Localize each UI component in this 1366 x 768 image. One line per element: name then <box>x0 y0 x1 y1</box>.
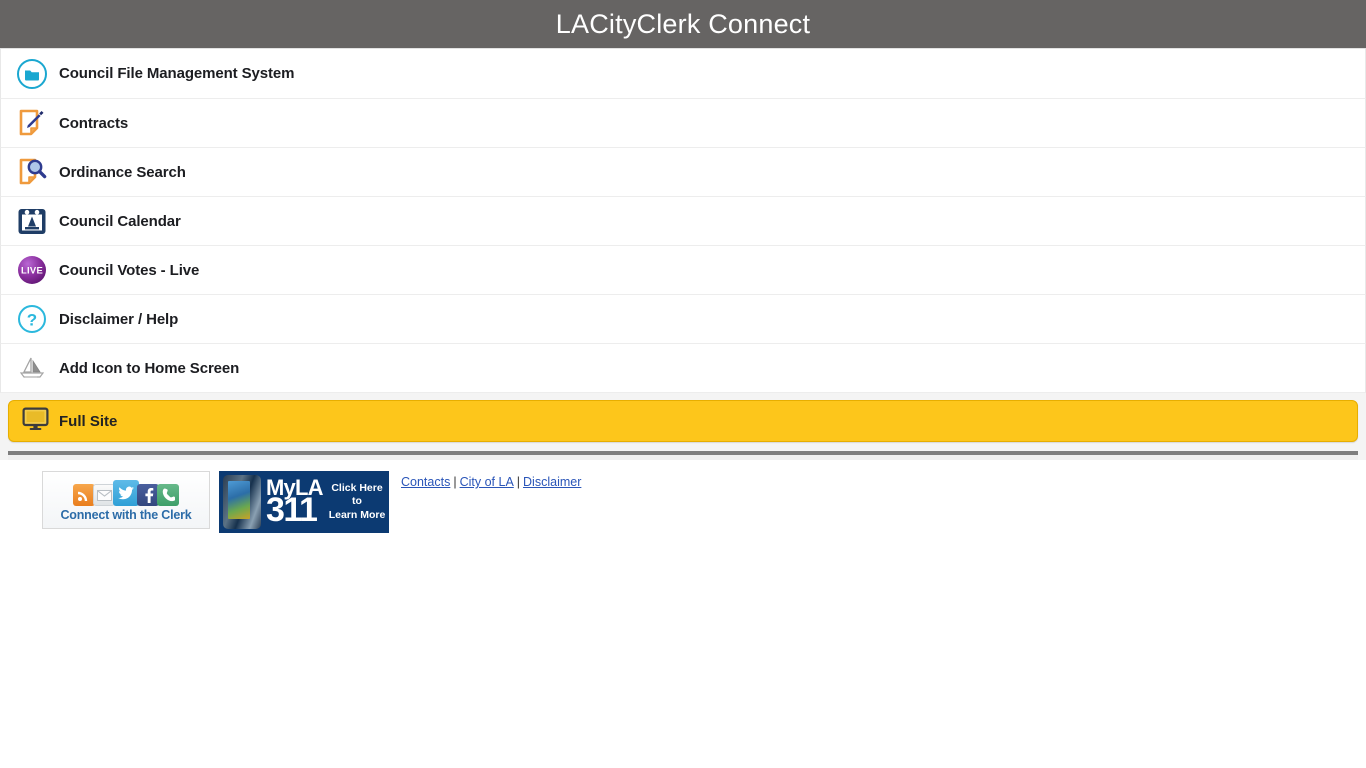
social-icon-row <box>73 478 179 506</box>
monitor-icon <box>22 407 49 436</box>
rss-icon[interactable] <box>73 484 95 506</box>
connect-with-clerk-badge[interactable]: Connect with the Clerk <box>42 471 210 529</box>
facebook-icon[interactable] <box>137 484 159 506</box>
full-site-section: Full Site <box>0 393 1366 460</box>
myla311-cta: Click Here to Learn More <box>329 482 386 522</box>
smartphone-image <box>223 475 261 529</box>
menu-item-label: Ordinance Search <box>59 163 186 181</box>
footer-link-contacts[interactable]: Contacts <box>401 475 450 489</box>
footer-links: Contacts | City of LA | Disclaimer <box>401 471 581 489</box>
add-to-home-icon <box>15 351 49 385</box>
main-menu-list: Council File Management System Contracts… <box>0 48 1366 393</box>
myla311-wordmark: MyLA 311 <box>266 476 323 530</box>
menu-item-disclaimer-help[interactable]: ? Disclaimer / Help <box>0 295 1366 344</box>
menu-item-label: Contracts <box>59 114 129 132</box>
menu-item-contracts[interactable]: Contracts <box>0 99 1366 148</box>
phone-icon[interactable] <box>157 484 179 506</box>
full-site-button[interactable]: Full Site <box>8 400 1358 442</box>
full-site-label: Full Site <box>59 412 118 430</box>
menu-item-council-calendar[interactable]: Council Calendar <box>0 197 1366 246</box>
menu-item-add-icon-to-home-screen[interactable]: Add Icon to Home Screen <box>0 344 1366 393</box>
email-icon[interactable] <box>93 484 115 506</box>
myla311-number: 311 <box>266 491 318 530</box>
myla311-banner[interactable]: MyLA 311 Click Here to Learn More <box>219 471 389 533</box>
svg-text:?: ? <box>27 311 37 330</box>
myla311-cta-line1: Click Here <box>331 481 383 494</box>
footer-link-separator-1: | <box>453 475 457 489</box>
page-title: LACityClerk Connect <box>555 8 811 39</box>
footer-link-city-of-la[interactable]: City of LA <box>460 475 514 489</box>
myla311-cta-line3: Learn More <box>328 508 386 521</box>
document-pen-icon <box>15 106 49 140</box>
app-header: LACityClerk Connect <box>0 0 1366 48</box>
menu-item-label: Council Calendar <box>59 212 181 230</box>
page-footer: Connect with the Clerk MyLA 311 Click He… <box>0 460 1366 533</box>
menu-item-label: Council Votes - Live <box>59 261 200 279</box>
question-circle-icon: ? <box>15 302 49 336</box>
document-search-icon <box>15 155 49 189</box>
twitter-icon[interactable] <box>113 480 139 506</box>
footer-link-separator-2: | <box>516 475 521 489</box>
menu-item-label: Council File Management System <box>59 65 295 82</box>
calendar-icon <box>15 204 49 238</box>
live-badge-icon: LIVE <box>15 253 49 287</box>
menu-item-council-votes-live[interactable]: LIVE Council Votes - Live <box>0 246 1366 295</box>
folder-circle-icon <box>15 57 49 91</box>
svg-text:LIVE: LIVE <box>21 265 43 276</box>
footer-link-disclaimer[interactable]: Disclaimer <box>523 475 581 489</box>
menu-item-ordinance-search[interactable]: Ordinance Search <box>0 148 1366 197</box>
menu-item-label: Add Icon to Home Screen <box>59 359 240 377</box>
connect-with-clerk-caption: Connect with the Clerk <box>60 508 192 522</box>
menu-item-label: Disclaimer / Help <box>59 310 179 328</box>
myla311-cta-line2: to <box>352 495 362 508</box>
menu-item-council-file-management-system[interactable]: Council File Management System <box>0 49 1366 99</box>
